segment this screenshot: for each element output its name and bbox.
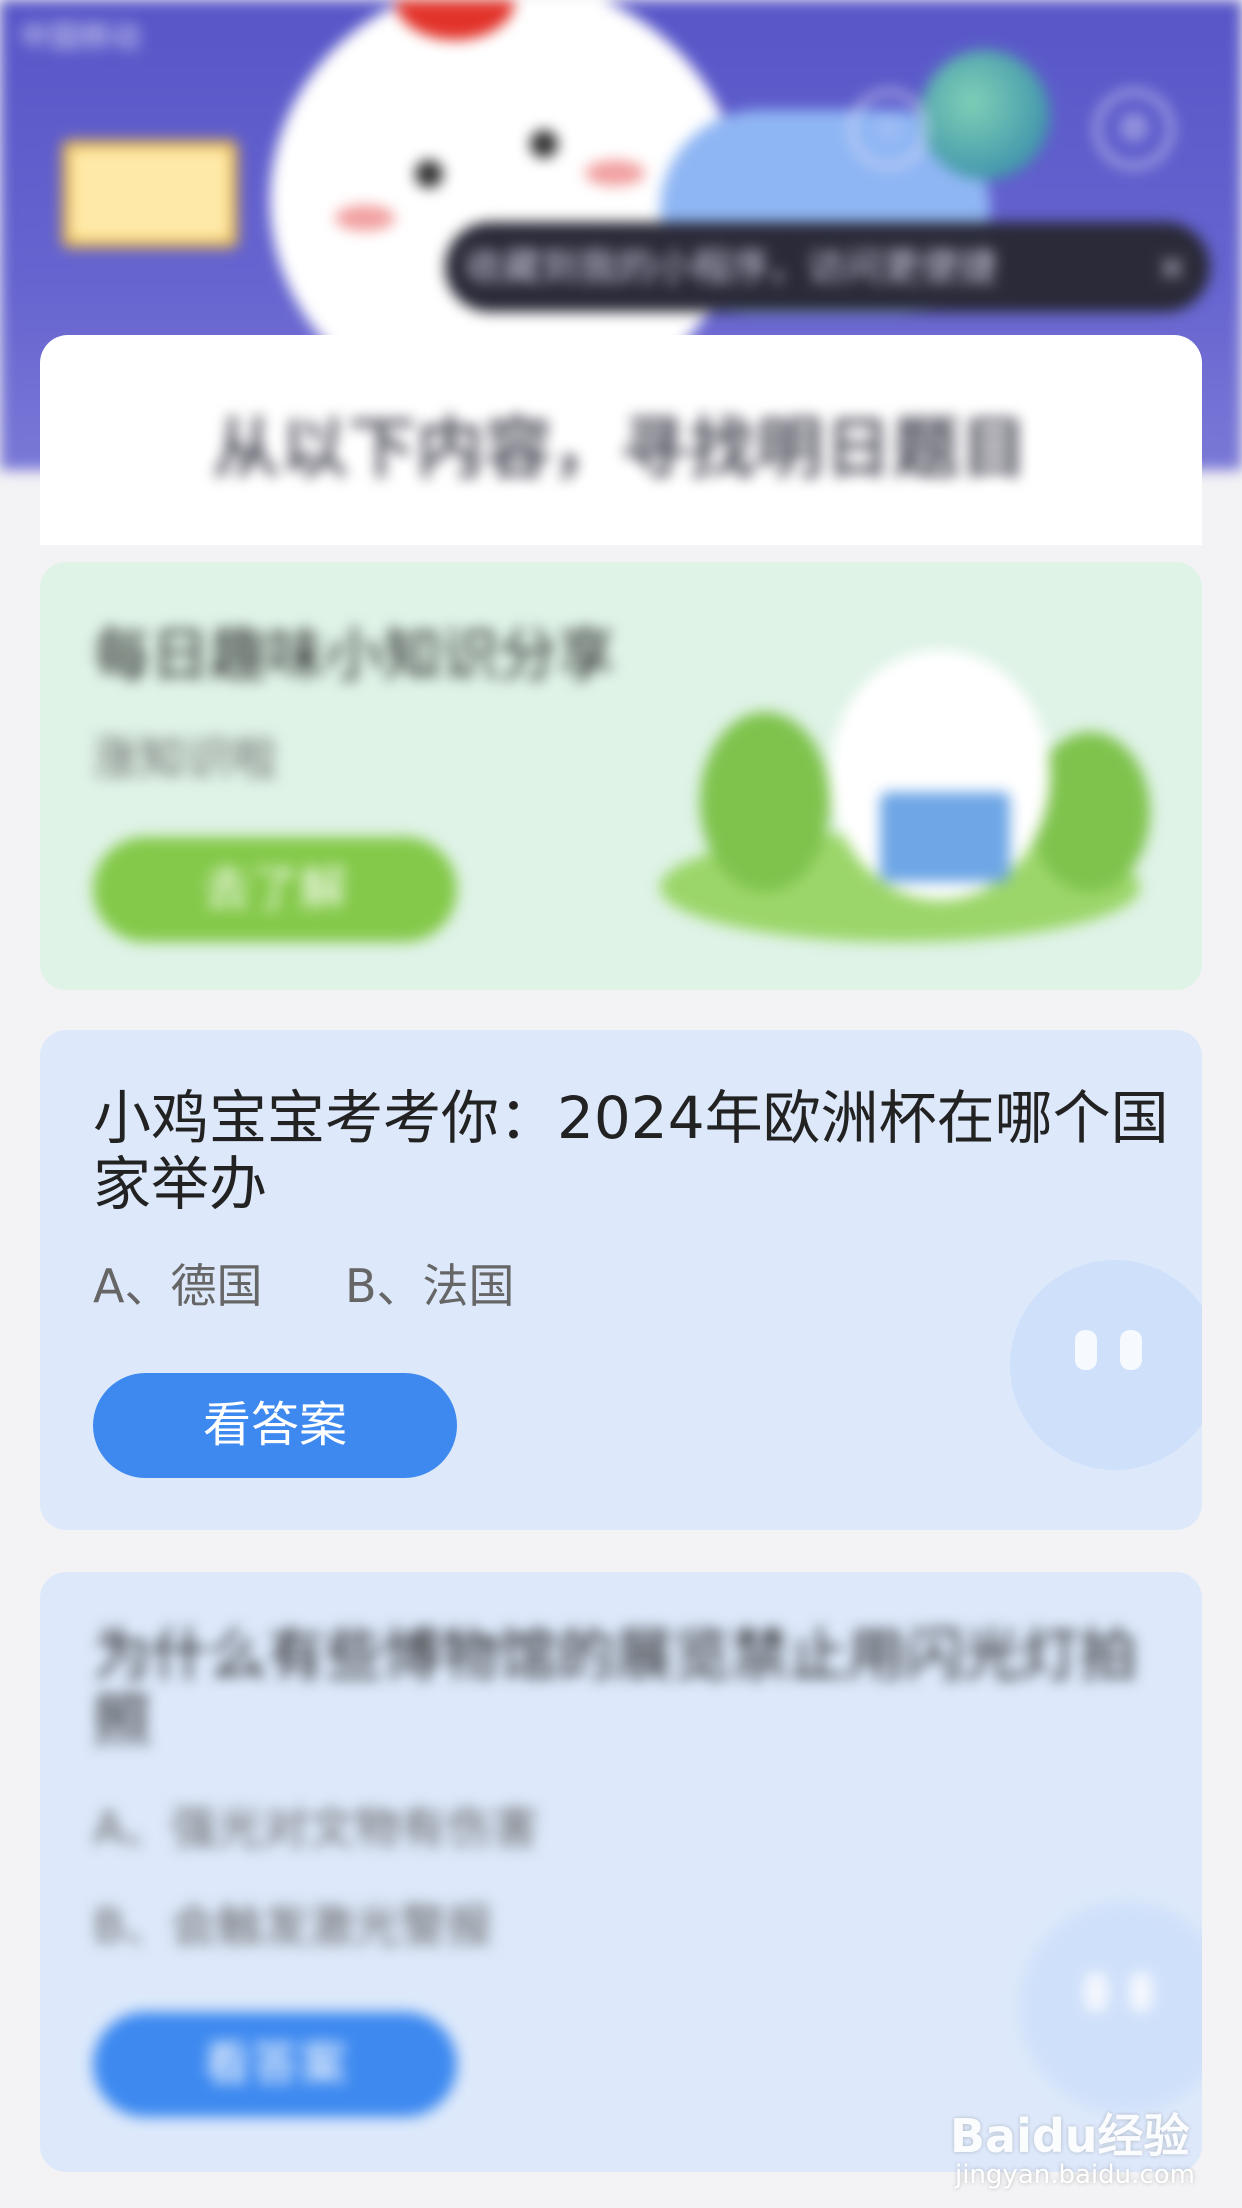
carrier-label: 中国移动: [20, 20, 140, 55]
baidu-watermark-logo: Baidu经验: [950, 2109, 1190, 2163]
knowledge-card-title: 每日趣味小知识分享: [93, 621, 616, 689]
knowledge-card[interactable]: 每日趣味小知识分享 涨知识啦 去了解: [40, 562, 1202, 990]
quiz-option-a: A、德国: [93, 1259, 263, 1313]
header-sign-illustration: [62, 140, 238, 248]
chick-eye: [530, 130, 558, 158]
chat-bubble-icon: [1010, 1260, 1202, 1470]
chick-cheek: [585, 160, 645, 186]
book-illustration: [880, 792, 1010, 882]
chat-bubble-icon: [1020, 1902, 1202, 2112]
chick-cheek: [335, 205, 395, 231]
globe-illustration: [920, 50, 1050, 180]
learn-more-button[interactable]: 去了解: [93, 837, 457, 942]
quiz-question: 小鸡宝宝考考你：2024年欧洲杯在哪个国家举办: [93, 1084, 1169, 1218]
section-title: 从以下内容，寻找明日题目: [213, 410, 1029, 487]
quiz-question: 为什么有些博物馆的展览禁止用闪光灯拍照: [93, 1621, 1138, 1755]
quiz-option-b: B、会触发激光警报: [93, 1899, 493, 1953]
knowledge-card-subtitle: 涨知识啦: [93, 731, 277, 785]
star-icon[interactable]: ☆: [850, 90, 928, 168]
view-answer-button[interactable]: 看答案: [93, 2012, 457, 2117]
section-title-card: 从以下内容，寻找明日题目: [40, 335, 1202, 545]
toast-text: 收藏到我的小程序，访问更便捷: [465, 245, 998, 289]
quiz-option-a: A、强光对文物有伤害: [93, 1801, 539, 1855]
quiz-card[interactable]: 为什么有些博物馆的展览禁止用闪光灯拍照 A、强光对文物有伤害 B、会触发激光警报…: [40, 1572, 1202, 2172]
quiz-card[interactable]: 小鸡宝宝考考你：2024年欧洲杯在哪个国家举办 A、德国 B、法国 看答案: [40, 1030, 1202, 1530]
quiz-option-b: B、法国: [345, 1259, 515, 1313]
settings-icon[interactable]: ⚙: [1095, 90, 1173, 168]
bush-illustration: [700, 712, 830, 892]
baidu-watermark-url: jingyan.baidu.com: [955, 2160, 1195, 2190]
chick-eye: [415, 160, 443, 188]
add-to-favorites-toast[interactable]: 收藏到我的小程序，访问更便捷 ×: [445, 222, 1210, 312]
view-answer-button[interactable]: 看答案: [93, 1373, 457, 1478]
close-icon[interactable]: ×: [1156, 222, 1188, 312]
